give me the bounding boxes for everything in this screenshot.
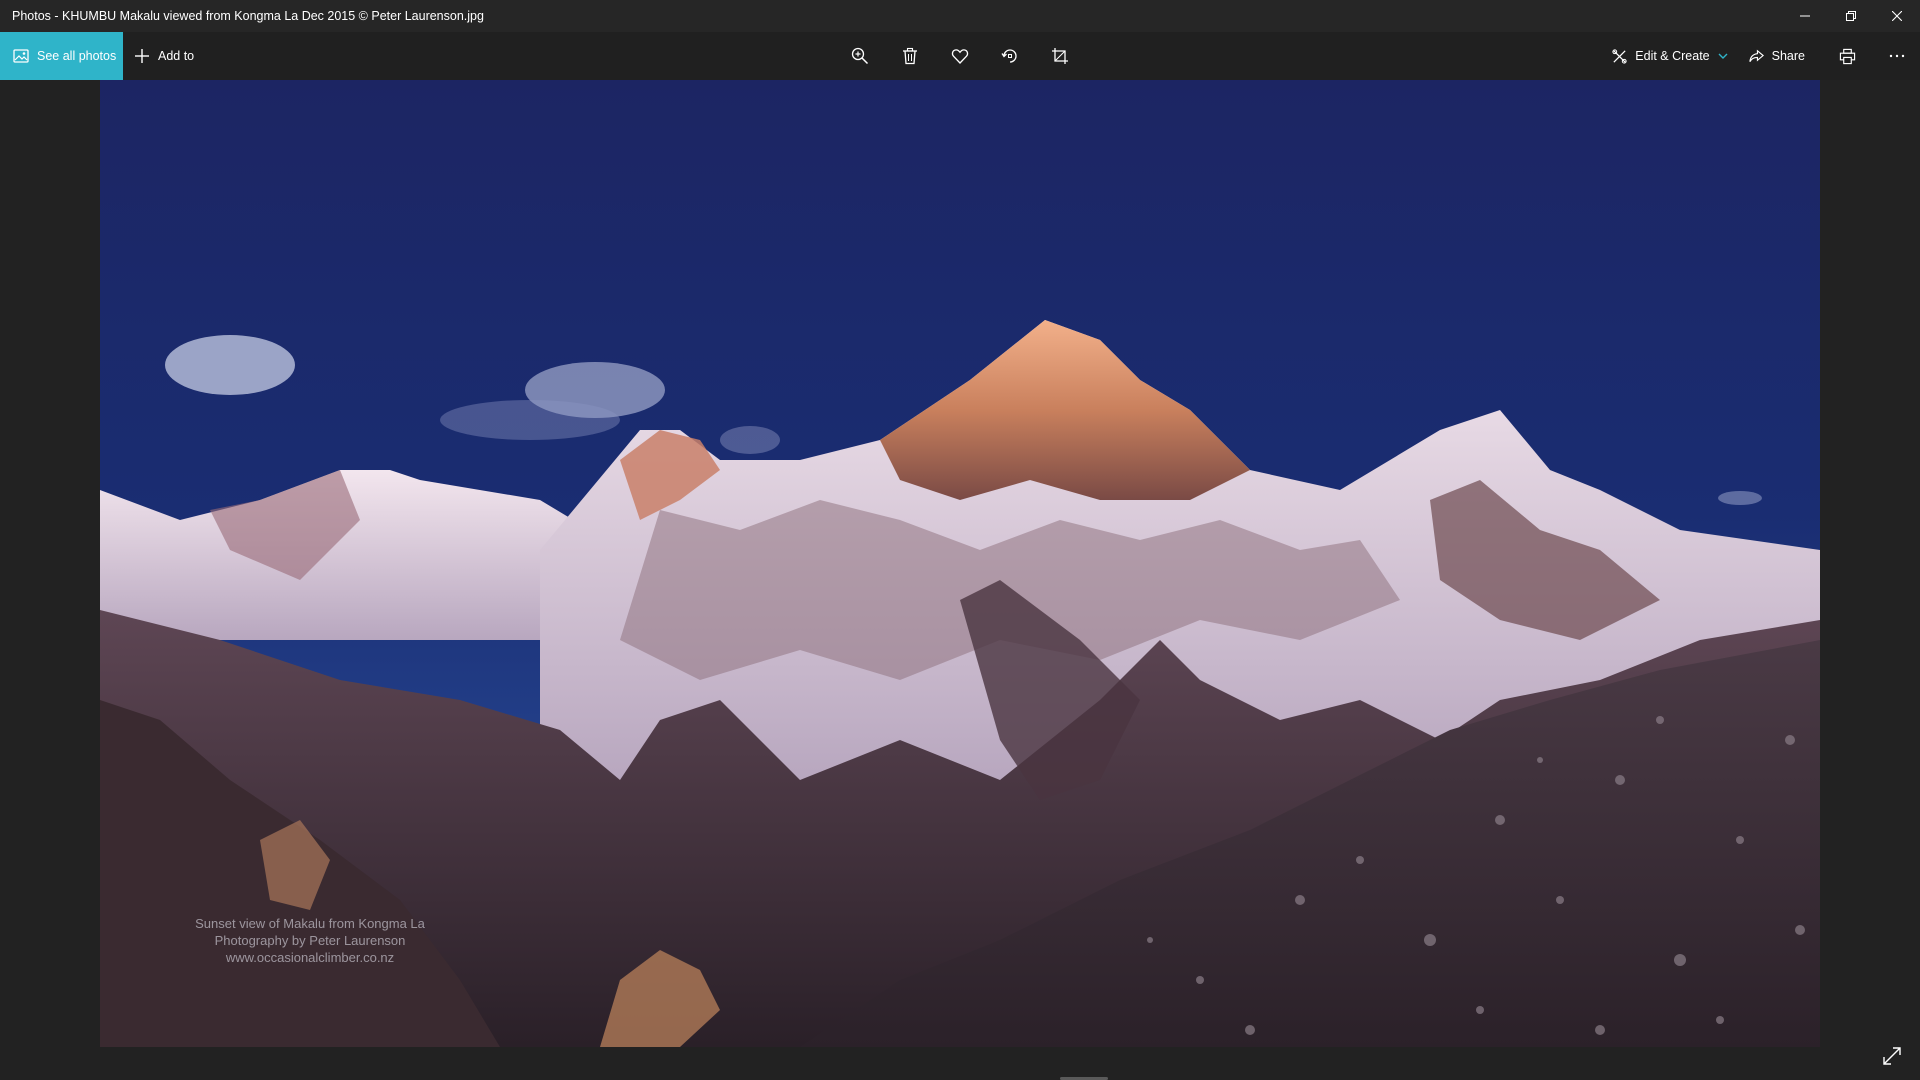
more-icon (1889, 54, 1905, 58)
more-options-button[interactable] (1874, 32, 1920, 80)
add-to-button[interactable]: Add to (134, 32, 194, 80)
print-button[interactable] (1815, 32, 1874, 80)
crop-button[interactable] (1035, 32, 1085, 80)
plus-icon (135, 49, 149, 63)
chevron-down-icon (1718, 51, 1728, 61)
minimize-button[interactable] (1782, 0, 1828, 32)
photos-icon (13, 48, 29, 64)
restore-button[interactable] (1828, 0, 1874, 32)
favorite-button[interactable] (935, 32, 985, 80)
right-toolbar: Edit & Create Share (1601, 32, 1920, 80)
close-icon (1892, 11, 1902, 21)
crop-icon (1052, 48, 1068, 64)
close-button[interactable] (1874, 0, 1920, 32)
heart-icon (951, 49, 969, 64)
add-to-label: Add to (158, 49, 195, 63)
window-controls (1782, 0, 1920, 32)
share-button[interactable]: Share (1738, 32, 1815, 80)
delete-button[interactable] (885, 32, 935, 80)
see-all-photos-button[interactable]: See all photos (0, 32, 123, 80)
photo-viewer[interactable]: Sunset view of Makalu from Kongma La Pho… (100, 80, 1820, 1047)
expand-icon (1883, 1047, 1901, 1065)
mountain-photo (100, 80, 1820, 1047)
watermark-line: Photography by Peter Laurenson (214, 933, 406, 948)
watermark-line: Sunset view of Makalu from Kongma La (195, 916, 425, 931)
zoom-in-icon (851, 47, 869, 65)
restore-icon (1846, 11, 1856, 21)
share-label: Share (1771, 49, 1805, 63)
see-all-photos-label: See all photos (37, 49, 117, 63)
rotate-button[interactable] (985, 32, 1035, 80)
command-bar: See all photos Add to Edit & Create Shar… (0, 32, 1920, 80)
edit-create-label: Edit & Create (1635, 49, 1710, 63)
center-toolbar (835, 32, 1085, 80)
minimize-icon (1800, 15, 1810, 17)
edit-create-icon (1612, 48, 1627, 64)
title-bar: Photos - KHUMBU Makalu viewed from Kongm… (0, 0, 1920, 32)
photo-watermark: Sunset view of Makalu from Kongma La Pho… (170, 915, 450, 966)
edit-create-button[interactable]: Edit & Create (1601, 32, 1737, 80)
share-icon (1748, 49, 1764, 62)
zoom-button[interactable] (835, 32, 885, 80)
window-title: Photos - KHUMBU Makalu viewed from Kongm… (12, 9, 484, 23)
rotate-icon (1001, 49, 1017, 63)
watermark-line: www.occasionalclimber.co.nz (225, 950, 395, 965)
expand-button[interactable] (1880, 1044, 1904, 1068)
trash-icon (903, 47, 917, 65)
print-icon (1839, 48, 1856, 64)
